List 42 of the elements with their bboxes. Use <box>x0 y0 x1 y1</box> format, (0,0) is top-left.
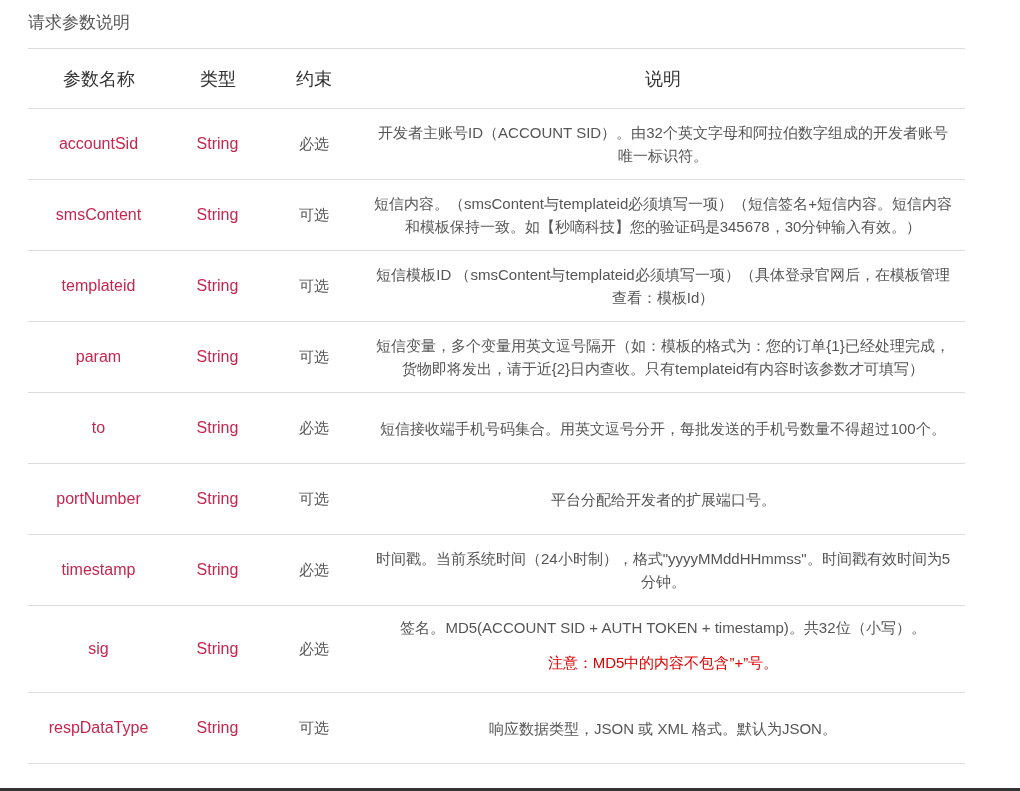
param-type: String <box>196 490 239 507</box>
param-description: 开发者主账号ID（ACCOUNT SID）。由32个英文字母和阿拉伯数字组成的开发者账号唯一标识符。 <box>377 123 949 166</box>
param-type: String <box>196 561 239 578</box>
param-constraint: 必选 <box>298 418 329 436</box>
param-name: param <box>75 348 122 365</box>
param-constraint: 可选 <box>298 489 329 507</box>
param-constraint: 可选 <box>298 276 329 294</box>
param-name: accountSid <box>58 135 139 152</box>
param-constraint: 必选 <box>298 560 329 578</box>
param-description: 短信变量，多个变量用英文逗号隔开（如：模板的格式为：您的订单{1}已经处理完成，货物即将发出，请于近{2}日内查收。只有templateid有内容时该参数才可填写） <box>375 336 951 379</box>
param-name: templateid <box>61 277 136 294</box>
param-name: portNumber <box>56 490 141 507</box>
param-constraint: 必选 <box>298 639 329 657</box>
param-name: smsContent <box>55 206 142 223</box>
param-name: sig <box>88 640 109 657</box>
section-title: 请求参数说明 <box>28 12 131 34</box>
param-type: String <box>196 640 239 657</box>
param-name: respDataType <box>48 719 149 736</box>
param-type: String <box>196 719 239 736</box>
param-description: 短信内容。（smsContent与templateid必须填写一项）（短信签名+短信内容。短信内容和模板保持一致。如【秒嘀科技】您的验证码是345678，30分钟输入有效。） <box>373 194 953 237</box>
column-header: 约束 <box>266 48 361 109</box>
column-header: 说明 <box>361 48 965 109</box>
param-name: to <box>91 419 106 436</box>
param-constraint: 必选 <box>298 134 329 152</box>
param-constraint: 可选 <box>298 205 329 223</box>
column-header: 参数名称 <box>28 48 169 109</box>
param-constraint: 可选 <box>298 347 329 365</box>
param-description: 时间戳。当前系统时间（24小时制），格式"yyyyMMddHHmmss"。时间戳有效时间为5分钟。 <box>375 549 951 592</box>
param-description: 短信模板ID （smsContent与templateid必须填写一项）（具体登录官网后，在模板管理查看：模板Id） <box>375 265 951 308</box>
param-description: 签名。MD5(ACCOUNT SID + AUTH TOKEN + timestamp)。共32位（小写）。 <box>399 618 927 638</box>
param-type: String <box>196 135 239 152</box>
column-header: 类型 <box>169 48 266 109</box>
param-name: timestamp <box>61 561 136 578</box>
param-type: String <box>196 277 239 294</box>
param-constraint: 可选 <box>298 718 329 736</box>
param-description: 响应数据类型，JSON 或 XML 格式。默认为JSON。 <box>488 718 838 739</box>
param-type: String <box>196 206 239 223</box>
warning-note: 注意：MD5中的内容不包含”+”号。 <box>546 653 780 673</box>
param-description: 平台分配给开发者的扩展端口号。 <box>549 489 777 510</box>
param-description: 短信接收端手机号码集合。用英文逗号分开，每批发送的手机号数量不得超过100个。 <box>379 418 947 439</box>
param-type: String <box>196 419 239 436</box>
param-type: String <box>196 348 239 365</box>
